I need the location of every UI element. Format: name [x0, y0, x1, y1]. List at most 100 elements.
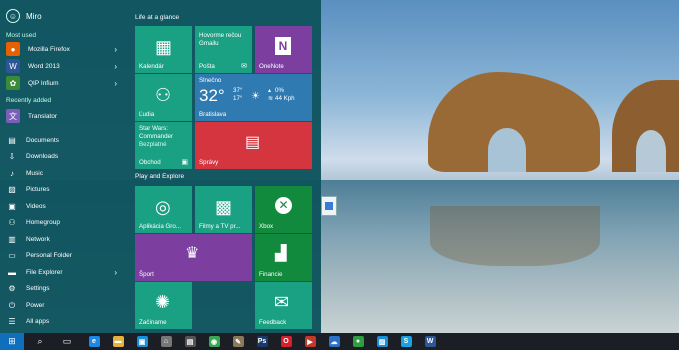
tile-finance[interactable]: ▟ Financie	[255, 234, 312, 281]
store-taskbar-button[interactable]: ▣	[131, 333, 153, 350]
videos-icon: ▣	[8, 202, 16, 211]
chevron-right-icon[interactable]: ›	[114, 45, 117, 54]
tile-label: Aplikácia Gro...	[139, 223, 181, 230]
task-view-icon: ▭	[62, 336, 72, 346]
menu-personal-folder[interactable]: ▭ Personal Folder	[0, 248, 127, 263]
cloud-taskbar-button[interactable]: ☁	[323, 333, 345, 350]
menu-label: Personal Folder	[26, 252, 72, 259]
menu-label: Settings	[26, 285, 50, 292]
task-view-taskbar-button[interactable]: ▭	[56, 333, 78, 350]
menu-label: File Explorer	[26, 269, 63, 276]
tile-label: Správy	[199, 159, 219, 166]
qip-taskbar-taskbar-button[interactable]: ●	[347, 333, 369, 350]
tile-people[interactable]: ⚇ Ľudia	[135, 74, 192, 121]
tile-feedback[interactable]: ✉ Feedback	[255, 282, 312, 329]
tile-xbox-companion[interactable]: ◎ Aplikácia Gro...	[135, 186, 192, 233]
opera-taskbar-button[interactable]: O	[275, 333, 297, 350]
opera-icon: O	[280, 336, 292, 347]
tile-movies[interactable]: ▩ Filmy a TV pr...	[195, 186, 252, 233]
chevron-right-icon[interactable]: ›	[114, 62, 117, 71]
tile-mail[interactable]: Hovorme rečou Gmailu Pošta ✉	[195, 26, 252, 73]
tile-label: Pošta	[199, 63, 215, 70]
app-qip[interactable]: ✿ QIP Infium ›	[0, 75, 127, 91]
tile-label: Obchod	[139, 159, 161, 166]
menu-documents[interactable]: ▤ Documents	[0, 133, 127, 148]
menu-settings[interactable]: ⚙ Settings	[0, 281, 127, 296]
tile-label: Kalendár	[139, 63, 164, 70]
user-account[interactable]: ☺ Miro	[6, 8, 42, 24]
photoshop-taskbar-button[interactable]: Ps	[251, 333, 273, 350]
tile-label: Šport	[139, 271, 154, 278]
word-taskbar-icon: W	[424, 336, 436, 347]
tile-calendar[interactable]: ▦ Kalendár	[135, 26, 192, 73]
tile-news[interactable]: ▤ Správy	[195, 122, 312, 169]
weather-rain: 0%	[275, 87, 284, 94]
menu-downloads[interactable]: ⇩ Downloads	[0, 149, 127, 164]
app-firefox[interactable]: ● Mozilla Firefox ›	[0, 41, 127, 57]
tile-weather[interactable]: Slnečno 32° 37° 17° ☀ ▴ 0% ≋ 44 Kph Brat…	[195, 74, 312, 121]
start-left-column: ☺ Miro Most used ● Mozilla Firefox › W W…	[0, 0, 127, 333]
user-name: Miro	[26, 11, 42, 21]
music-icon: ♪	[10, 169, 14, 178]
weather-condition: Slnečno	[199, 77, 222, 84]
start-button[interactable]: ⊞	[0, 333, 24, 350]
store-promo-title: Star Wars: Commander	[139, 125, 174, 140]
tile-label: Bratislava	[199, 111, 227, 118]
tile-get-started[interactable]: ✺ Začíname	[135, 282, 192, 329]
photos-icon: ▨	[376, 336, 388, 347]
feedback-icon: ✉	[274, 292, 290, 312]
menu-file-explorer[interactable]: ▬ File Explorer ›	[0, 265, 127, 280]
tile-label: Xbox	[259, 223, 274, 230]
tile-store[interactable]: Star Wars: Commander Bezplatné Obchod ▣	[135, 122, 192, 169]
gear-icon: ⚙	[8, 284, 16, 293]
tile-label: Financie	[259, 271, 283, 278]
network-app-taskbar-button[interactable]: ⌂	[155, 333, 177, 350]
desktop-file-icon[interactable]	[321, 196, 337, 216]
menu-network[interactable]: ▥ Network	[0, 232, 127, 247]
photoshop-icon: Ps	[256, 336, 268, 347]
people-icon: ⚇	[155, 85, 172, 105]
tile-label: Ľudia	[139, 111, 155, 118]
menu-label: Power	[26, 302, 45, 309]
edge-taskbar-button[interactable]: e	[83, 333, 105, 350]
word-taskbar-taskbar-button[interactable]: W	[419, 333, 441, 350]
user-avatar-icon: ☺	[6, 9, 20, 23]
chevron-right-icon[interactable]: ›	[114, 268, 117, 277]
menu-pictures[interactable]: ▨ Pictures	[0, 182, 127, 197]
power-icon: ⏻	[8, 300, 16, 310]
photos-taskbar-button[interactable]: ▨	[371, 333, 393, 350]
mail-icon: ✉	[241, 63, 247, 70]
tile-xbox[interactable]: ✕ Xbox	[255, 186, 312, 233]
menu-power[interactable]: ⏻ Power	[0, 298, 127, 313]
app-translator[interactable]: 文 Translator	[0, 108, 127, 124]
app-label: Word 2013	[28, 62, 60, 70]
weather-low: 17°	[233, 95, 243, 102]
start-menu: ☺ Miro Most used ● Mozilla Firefox › W W…	[0, 0, 321, 333]
menu-videos[interactable]: ▣ Videos	[0, 199, 127, 214]
gimp-taskbar-button[interactable]: ✎	[227, 333, 249, 350]
network-app-icon: ⌂	[160, 336, 172, 347]
translator-icon: 文	[6, 109, 20, 123]
calculator-taskbar-button[interactable]: ▤	[179, 333, 201, 350]
media-taskbar-button[interactable]: ▶	[299, 333, 321, 350]
store-icon: ▣	[136, 336, 148, 347]
sun-icon: ☀	[251, 91, 260, 102]
skype-taskbar-button[interactable]: S	[395, 333, 417, 350]
menu-music[interactable]: ♪ Music	[0, 166, 127, 181]
tile-onenote[interactable]: N OneNote	[255, 26, 312, 73]
most-used-label: Most used	[6, 32, 36, 39]
homegroup-icon: ⚇	[8, 218, 16, 227]
file-explorer-taskbar-button[interactable]: ▬	[107, 333, 129, 350]
chart-icon: ▟	[275, 245, 287, 262]
wallpaper-reflection	[430, 206, 600, 266]
menu-homegroup[interactable]: ⚇ Homegroup	[0, 215, 127, 230]
downloads-icon: ⇩	[8, 152, 16, 161]
recently-added-label: Recently added	[6, 97, 52, 104]
tile-sport[interactable]: ♛ Šport	[135, 234, 252, 281]
app-word[interactable]: W Word 2013 ›	[0, 58, 127, 74]
chrome-taskbar-button[interactable]: ◉	[203, 333, 225, 350]
search-taskbar-button[interactable]: ⌕	[29, 333, 51, 350]
chevron-right-icon[interactable]: ›	[114, 79, 117, 88]
menu-all-apps[interactable]: ☰ All apps	[0, 314, 127, 329]
windows-logo-icon: ⊞	[8, 336, 16, 346]
